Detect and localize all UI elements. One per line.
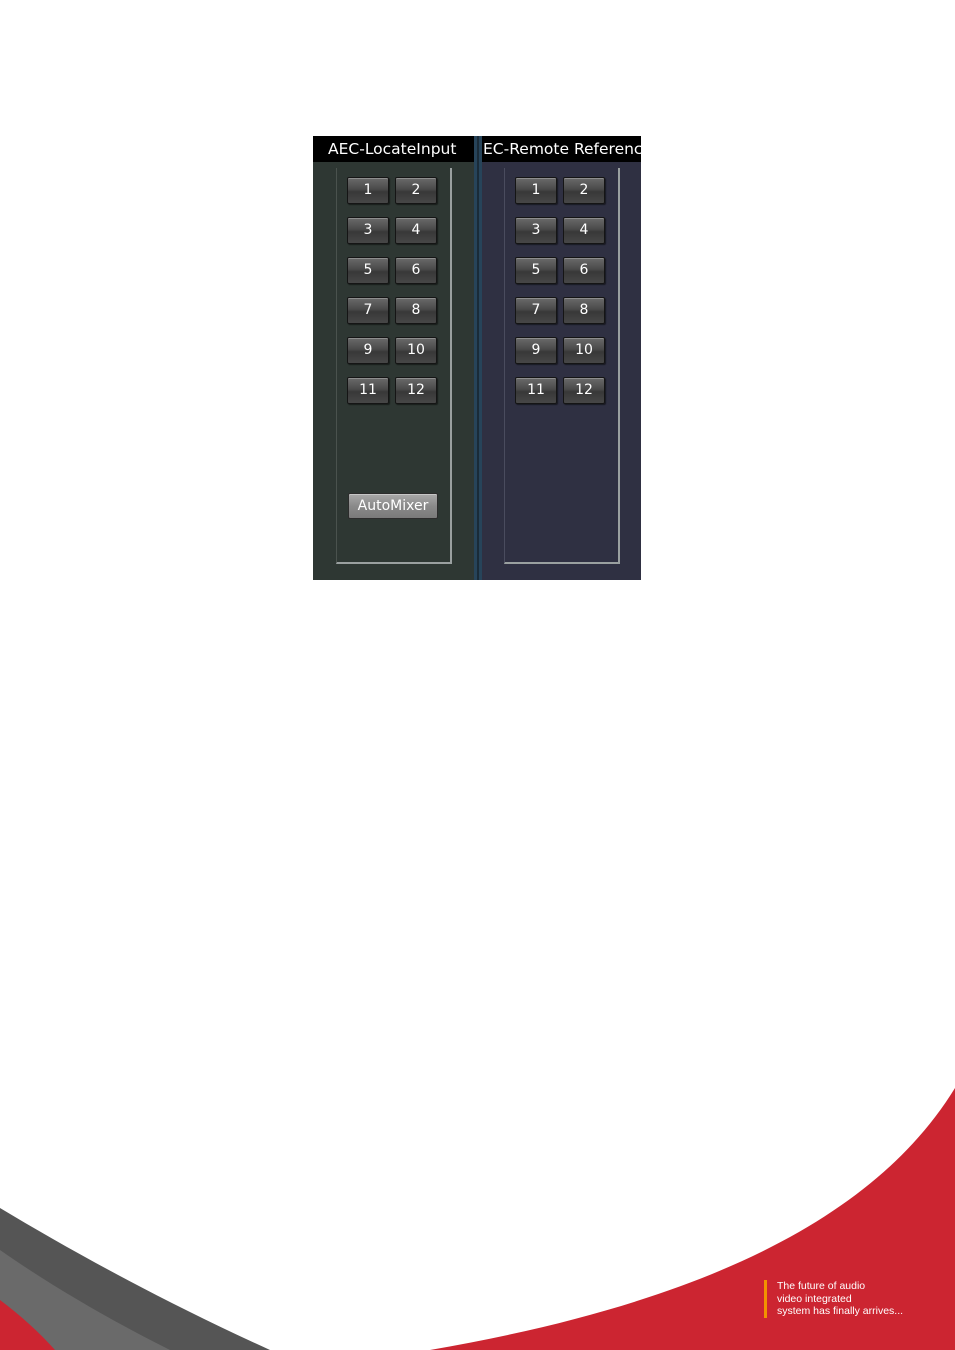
reference-button-9[interactable]: 9 xyxy=(515,337,557,364)
footer-tagline: The future of audio video integrated sys… xyxy=(764,1280,903,1318)
aec-panels-screenshot: AEC-LocateInput 1 2 3 4 5 6 7 8 9 10 11 … xyxy=(313,136,641,580)
reference-button-4[interactable]: 4 xyxy=(563,217,605,244)
aec-locate-input-panel: AEC-LocateInput 1 2 3 4 5 6 7 8 9 10 11 … xyxy=(313,136,474,580)
reference-button-2[interactable]: 2 xyxy=(563,177,605,204)
aec-locate-input-title: AEC-LocateInput xyxy=(313,136,474,162)
reference-button-7[interactable]: 7 xyxy=(515,297,557,324)
channel-button-4[interactable]: 4 xyxy=(395,217,437,244)
reference-button-10[interactable]: 10 xyxy=(563,337,605,364)
channel-button-5[interactable]: 5 xyxy=(347,257,389,284)
reference-button-1[interactable]: 1 xyxy=(515,177,557,204)
panel-separator xyxy=(474,136,482,580)
ec-remote-reference-panel: EC-Remote Reference 1 2 3 4 5 6 7 8 9 10… xyxy=(482,136,641,580)
reference-button-3[interactable]: 3 xyxy=(515,217,557,244)
reference-button-8[interactable]: 8 xyxy=(563,297,605,324)
tagline-line-2: video integrated xyxy=(777,1292,852,1305)
reference-button-11[interactable]: 11 xyxy=(515,377,557,404)
automixer-button[interactable]: AutoMixer xyxy=(348,493,438,519)
channel-button-3[interactable]: 3 xyxy=(347,217,389,244)
tagline-line-1: The future of audio xyxy=(777,1280,866,1292)
channel-button-2[interactable]: 2 xyxy=(395,177,437,204)
reference-button-grid: 1 2 3 4 5 6 7 8 9 10 11 12 xyxy=(515,177,605,404)
channel-button-12[interactable]: 12 xyxy=(395,377,437,404)
reference-button-12[interactable]: 12 xyxy=(563,377,605,404)
channel-button-7[interactable]: 7 xyxy=(347,297,389,324)
channel-button-6[interactable]: 6 xyxy=(395,257,437,284)
channel-button-1[interactable]: 1 xyxy=(347,177,389,204)
reference-button-6[interactable]: 6 xyxy=(563,257,605,284)
tagline-line-3: system has finally arrives... xyxy=(777,1305,904,1317)
channel-button-8[interactable]: 8 xyxy=(395,297,437,324)
channel-button-grid: 1 2 3 4 5 6 7 8 9 10 11 12 xyxy=(347,177,437,404)
channel-button-10[interactable]: 10 xyxy=(395,337,437,364)
channel-button-9[interactable]: 9 xyxy=(347,337,389,364)
channel-button-11[interactable]: 11 xyxy=(347,377,389,404)
reference-button-5[interactable]: 5 xyxy=(515,257,557,284)
ec-remote-reference-title: EC-Remote Reference xyxy=(482,136,641,162)
